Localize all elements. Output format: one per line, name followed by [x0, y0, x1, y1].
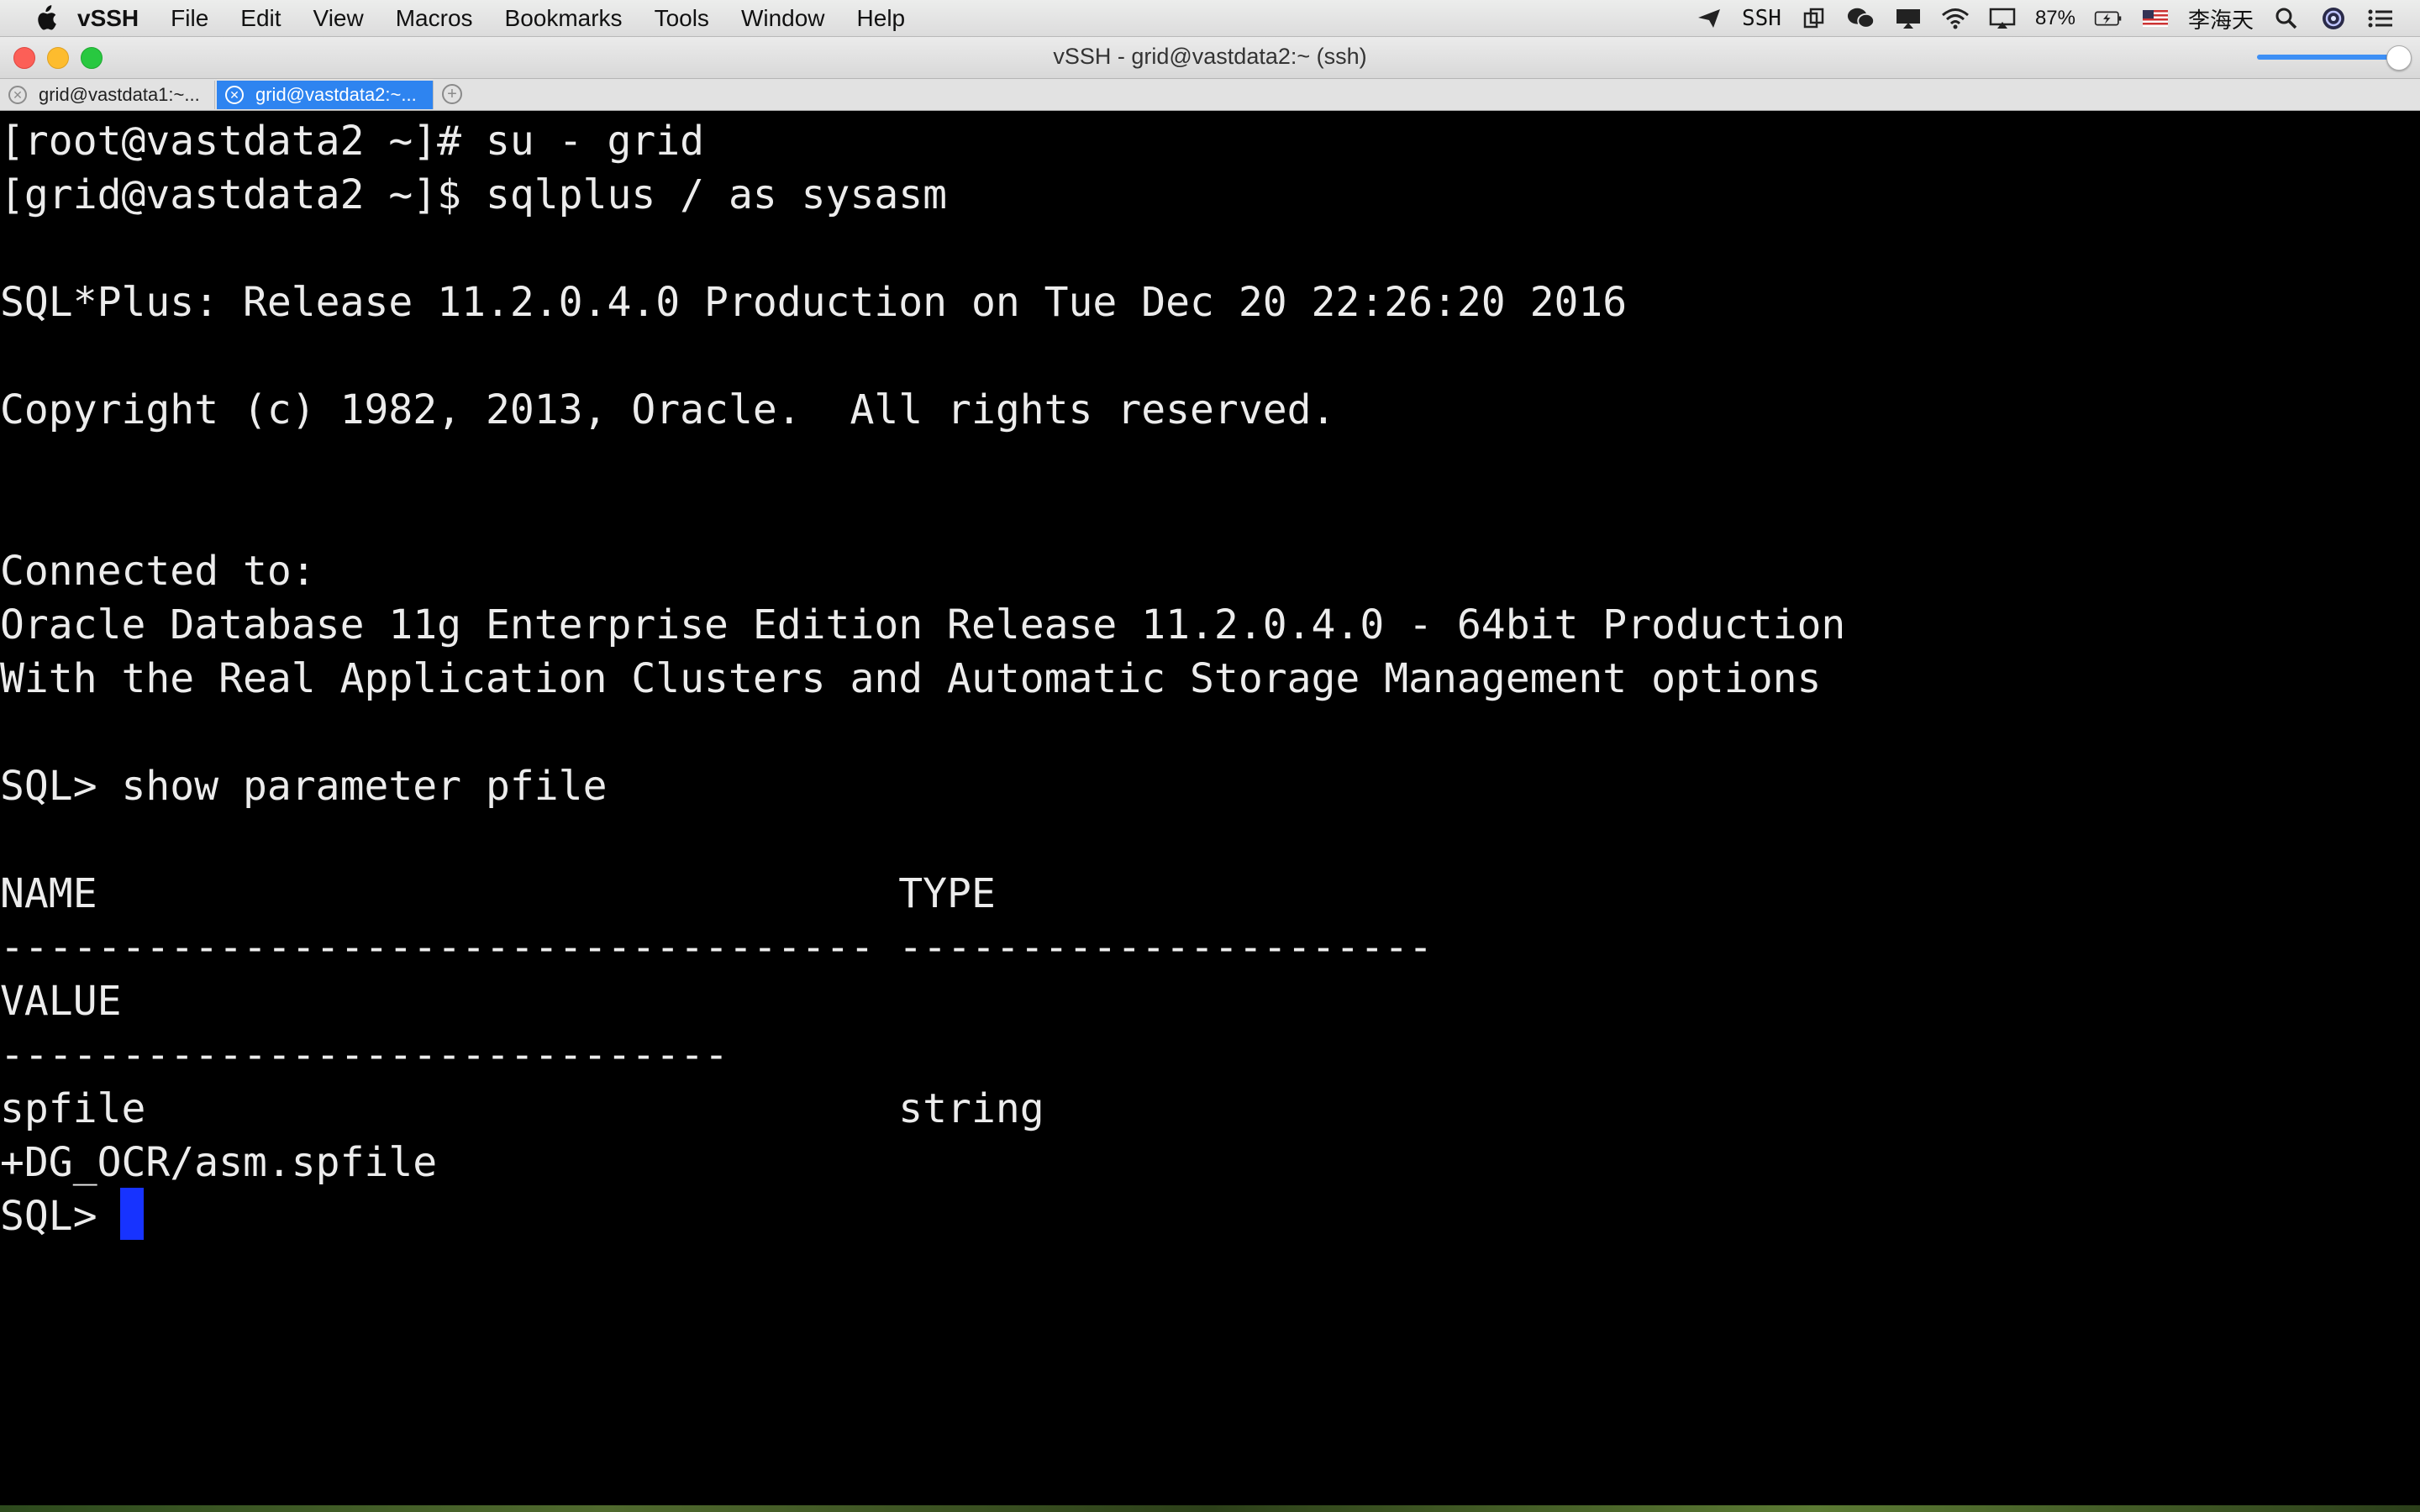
close-tab-icon[interactable]: ✕ [225, 86, 244, 104]
terminal-line: SQL*Plus: Release 11.2.0.4.0 Production … [0, 279, 1628, 326]
close-tab-icon[interactable]: ✕ [8, 86, 27, 104]
terminal-line: With the Real Application Clusters and A… [0, 655, 1822, 702]
terminal-line: Copyright (c) 1982, 2013, Oracle. All ri… [0, 386, 1336, 433]
send-icon[interactable] [1695, 6, 1723, 31]
desktop-background [0, 1505, 2420, 1512]
terminal-line: Connected to: [0, 548, 316, 595]
app-menu[interactable]: vSSH [77, 5, 139, 32]
menu-bookmarks[interactable]: Bookmarks [505, 5, 623, 32]
apple-logo-icon[interactable] [34, 4, 57, 32]
terminal-prompt-line: SQL> [0, 1193, 122, 1240]
terminal-line: VALUE [0, 978, 122, 1025]
terminal-cursor [120, 1188, 144, 1240]
terminal-line: SQL> show parameter pfile [0, 763, 608, 810]
tab-vastdata2[interactable]: ✕ grid@vastdata2:~... [217, 81, 434, 109]
terminal-line: Oracle Database 11g Enterprise Edition R… [0, 601, 1846, 648]
spotlight-search-icon[interactable] [2272, 6, 2301, 31]
terminal-line: +DG_OCR/asm.spfile [0, 1139, 438, 1186]
wechat-icon[interactable] [1847, 6, 1876, 31]
notification-center-icon[interactable] [2366, 6, 2395, 31]
menu-view[interactable]: View [313, 5, 364, 32]
menu-file[interactable]: File [171, 5, 208, 32]
menu-macros[interactable]: Macros [396, 5, 473, 32]
battery-charging-icon[interactable] [2094, 6, 2123, 31]
tab-label: grid@vastdata2:~... [255, 84, 417, 105]
terminal-line: [grid@vastdata2 ~]$ sqlplus / as sysasm [0, 171, 948, 218]
window-title-bar: vSSH - grid@vastdata2:~ (ssh) [0, 37, 2420, 79]
user-name-menu[interactable]: 李海天 [2188, 3, 2254, 34]
airplay-display-icon[interactable] [1894, 6, 1923, 31]
menu-help[interactable]: Help [857, 5, 906, 32]
menu-bar: vSSH File Edit View Macros Bookmarks Too… [0, 0, 2420, 37]
terminal-line: ------------------------------------ ---… [0, 924, 1434, 971]
menu-edit[interactable]: Edit [240, 5, 281, 32]
transparency-slider-knob[interactable] [2386, 45, 2412, 71]
screen-mirroring-icon[interactable] [1988, 6, 2017, 31]
transparency-slider-track[interactable] [2257, 55, 2405, 60]
wifi-icon[interactable] [1941, 6, 1970, 31]
terminal-line: NAME TYPE [0, 870, 996, 917]
tab-label: grid@vastdata1:~... [39, 84, 200, 105]
siri-icon[interactable] [2319, 6, 2348, 31]
tab-vastdata1[interactable]: ✕ grid@vastdata1:~... [0, 81, 215, 109]
status-area: SSH 87% 李海天 [1695, 0, 2420, 37]
tab-bar: ✕ grid@vastdata1:~... ✕ grid@vastdata2:~… [0, 79, 2420, 111]
us-flag-icon[interactable] [2141, 6, 2170, 31]
window-title: vSSH - grid@vastdata2:~ (ssh) [1053, 44, 1367, 69]
terminal-line: ------------------------------ [0, 1032, 729, 1079]
add-tab-icon[interactable]: + [442, 84, 462, 104]
window-copy-icon[interactable] [1800, 6, 1828, 31]
menu-tools[interactable]: Tools [655, 5, 709, 32]
terminal-output[interactable]: [root@vastdata2 ~]# su - grid [grid@vast… [0, 111, 2420, 1505]
menu-window[interactable]: Window [741, 5, 825, 32]
ssh-status-label[interactable]: SSH [1742, 6, 1781, 31]
battery-percentage[interactable]: 87% [2035, 7, 2075, 30]
terminal-line: [root@vastdata2 ~]# su - grid [0, 118, 705, 165]
terminal-line: spfile string [0, 1085, 1044, 1132]
